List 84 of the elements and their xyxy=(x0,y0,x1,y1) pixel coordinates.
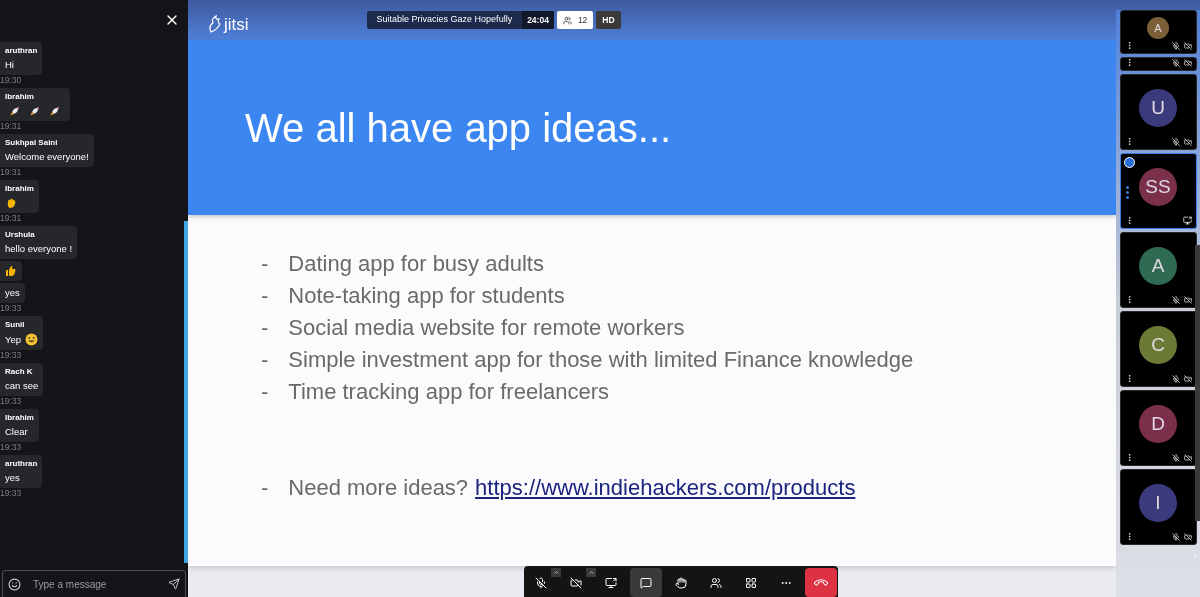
options-caret[interactable] xyxy=(551,568,561,577)
avatar: D xyxy=(1139,405,1177,443)
avatar: SS xyxy=(1139,168,1177,206)
participant-tile[interactable]: I xyxy=(1119,469,1197,545)
bullet-dash: - xyxy=(261,474,269,502)
message-text: can see xyxy=(5,380,39,392)
participants-icon xyxy=(710,576,722,589)
logo-text: jitsi xyxy=(224,15,249,33)
message-text: Clear xyxy=(5,426,28,438)
participant-tile[interactable]: A xyxy=(1119,10,1197,54)
bullet-dash: - xyxy=(261,250,269,278)
bullet-text: Time tracking app for freelancers xyxy=(288,378,610,406)
meeting-timer: 24:04 xyxy=(522,11,554,29)
participant-tile[interactable]: C xyxy=(1119,311,1197,387)
participant-tile[interactable]: D xyxy=(1119,390,1197,466)
bullet-dash: - xyxy=(261,282,269,310)
bullet-text: Note-taking app for students xyxy=(288,282,565,310)
bullet-text: Dating app for busy adults xyxy=(288,250,544,278)
message-text: Yep xyxy=(5,333,22,346)
message-time: 19:33 xyxy=(0,303,22,314)
sender-name: Rach K xyxy=(5,367,34,377)
sender-name: Urshula xyxy=(5,230,36,240)
send-icon[interactable] xyxy=(168,578,180,590)
participant-tile[interactable]: A xyxy=(1119,232,1197,308)
bullet-dash: - xyxy=(261,378,269,406)
avatar: I xyxy=(1139,484,1177,522)
camera-off-icon xyxy=(570,576,582,589)
smiley-icon xyxy=(25,333,39,346)
hangup-button[interactable] xyxy=(805,568,837,597)
quality-badge: HD xyxy=(596,11,621,29)
sender-name: Sukhpal Saini xyxy=(5,138,59,148)
scrollbar-thumb[interactable] xyxy=(1195,245,1200,521)
bird-logo-icon xyxy=(208,14,222,34)
chat-icon xyxy=(640,576,652,589)
tile-view-icon xyxy=(745,576,757,589)
message-time: 19:33 xyxy=(0,350,22,361)
sender-name: Sunil xyxy=(5,320,26,330)
rocket-icon xyxy=(49,105,61,117)
avatar: A xyxy=(1139,247,1177,285)
message-time: 19:31 xyxy=(0,121,22,132)
message-time: 19:31 xyxy=(0,213,22,224)
message-text: hello everyone ! xyxy=(5,243,73,255)
thumbs-up-icon xyxy=(5,265,17,277)
screen-share-icon xyxy=(605,576,617,589)
sender-name: aruthran xyxy=(5,459,38,469)
rocket-icon xyxy=(29,105,41,117)
avatar: U xyxy=(1139,89,1177,127)
avatar: A xyxy=(1147,17,1169,39)
message-text: Welcome everyone! xyxy=(5,151,89,163)
message-time: 19:31 xyxy=(0,167,22,178)
participant-count-badge[interactable]: 12 xyxy=(556,11,594,29)
emoji-icon[interactable] xyxy=(8,577,21,591)
message-text: Hi xyxy=(5,59,14,71)
message-text: yes xyxy=(5,472,20,484)
bullet-dash: - xyxy=(261,346,269,374)
chat-button[interactable] xyxy=(630,568,662,597)
participant-tile[interactable]: SS xyxy=(1119,153,1197,229)
mic-off-icon xyxy=(535,576,547,589)
bullet-text: Social media website for remote workers xyxy=(288,314,685,342)
rocket-icon xyxy=(9,105,21,117)
meeting-title: Suitable Privacies Gaze Hopefully xyxy=(375,13,514,27)
message-input[interactable]: Type a message xyxy=(33,576,156,592)
message-time: 19:33 xyxy=(0,488,22,499)
bullet-text: Simple investment app for those with limited Finance knowledge xyxy=(288,346,914,374)
raise-hand-icon xyxy=(675,576,687,589)
slide-title: We all have app ideas... xyxy=(245,104,672,152)
participant-tile[interactable] xyxy=(1119,57,1197,71)
message-field[interactable]: Type a message xyxy=(2,570,186,597)
message-text: yes xyxy=(5,287,20,299)
sender-name: aruthran xyxy=(5,46,38,56)
bullet-text: Need more ideas? xyxy=(288,474,469,502)
message-time: 19:30 xyxy=(0,75,22,86)
sender-name: Ibrahim xyxy=(5,413,34,423)
sender-name: Ibrahim xyxy=(5,184,34,194)
speaking-dots-icon xyxy=(1125,186,1129,199)
avatar: C xyxy=(1139,326,1177,364)
message-time: 19:33 xyxy=(0,442,22,453)
scrollbar-thumb[interactable] xyxy=(184,221,188,563)
bullet-dash: - xyxy=(261,314,269,342)
message-time: 19:33 xyxy=(0,396,22,407)
participant-tile[interactable]: U xyxy=(1119,74,1197,150)
options-caret[interactable] xyxy=(586,568,596,577)
sender-name: Ibrahim xyxy=(5,92,35,102)
products-link[interactable]: https://www.indiehackers.com/products xyxy=(475,472,856,504)
